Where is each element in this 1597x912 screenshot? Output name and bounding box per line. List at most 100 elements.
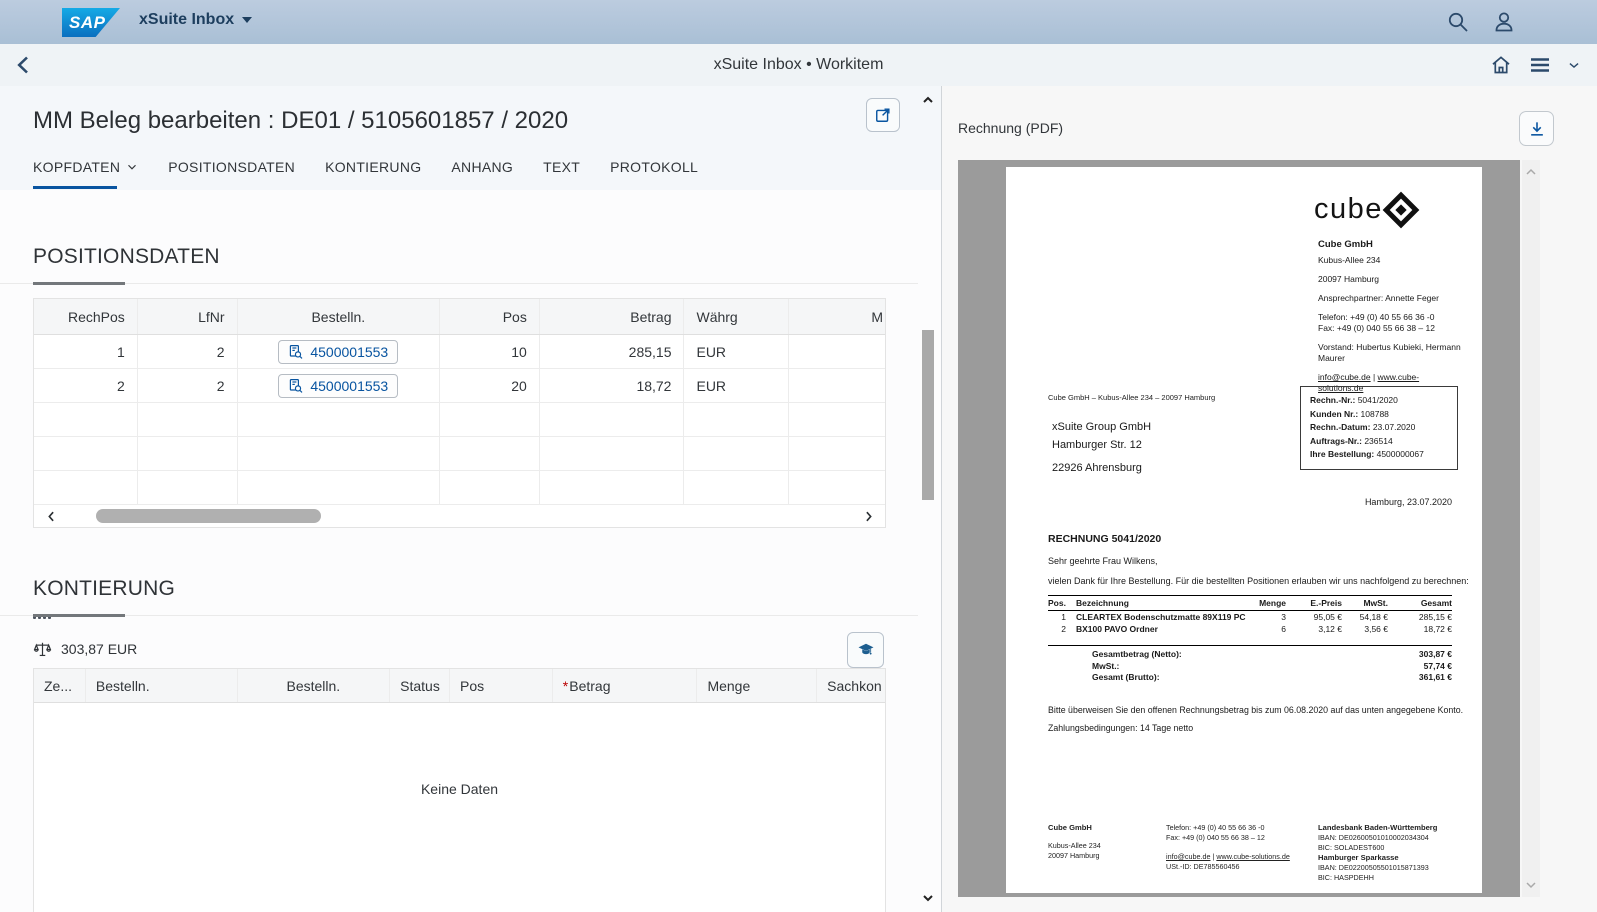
- item-menge: 6: [1281, 624, 1286, 634]
- cell-empty: [540, 437, 685, 470]
- footer-links: info@cube.de | www.cube-solutions.de: [1166, 852, 1318, 862]
- shell-bar: SAP xSuite Inbox: [0, 0, 1597, 44]
- col-bezeichnung: Bezeichnung: [1076, 598, 1129, 608]
- cube-logo: cube: [1314, 191, 1420, 228]
- cell-empty: [789, 437, 885, 470]
- tab-text[interactable]: TEXT: [543, 153, 580, 189]
- tab-label: TEXT: [543, 159, 581, 175]
- invoice-totals: Gesamtbetrag (Netto): 303,87 € MwSt.: 57,7…: [1048, 645, 1452, 684]
- hamburger-icon: [1531, 58, 1549, 72]
- col-gesamt: Gesamt: [1420, 598, 1452, 608]
- meta-value: 108788: [1358, 408, 1389, 419]
- item-name: BX100 PAVO Ordner: [1076, 624, 1158, 634]
- purchase-order-link[interactable]: 4500001553: [278, 373, 399, 398]
- kontierung-toolbar: 303,87 EUR: [33, 632, 886, 668]
- nav-overflow-button[interactable]: [1567, 53, 1581, 77]
- pdf-panel-title: Rechnung (PDF): [958, 120, 1064, 136]
- learn-button[interactable]: [847, 632, 884, 668]
- tab-anhang[interactable]: ANHANG: [451, 153, 513, 189]
- cell-empty: [138, 471, 238, 504]
- cell-empty: [789, 403, 885, 436]
- cell-bestelln: 4500001553: [238, 369, 441, 402]
- user-button[interactable]: [1492, 10, 1516, 34]
- tab-label: ANHANG: [451, 159, 514, 175]
- bank-iban: IBAN: DE02200505501015871393: [1318, 863, 1429, 872]
- company-city: 20097 Hamburg: [1318, 274, 1379, 284]
- menu-button[interactable]: [1527, 53, 1553, 77]
- total-value: 361,61 €: [1418, 672, 1452, 682]
- object-page-body: POSITIONSDATEN RechPos LfNr Bestelln. Po…: [0, 190, 941, 912]
- scroll-down-button[interactable]: [1525, 879, 1537, 891]
- tab-protokoll[interactable]: PROTOKOLL: [610, 153, 698, 189]
- cube-logo-text: cube: [1314, 193, 1383, 225]
- table-row[interactable]: 2 2 4500001553 20 18,72 EUR: [34, 369, 885, 403]
- col-bestelln: Bestelln.: [238, 299, 441, 334]
- cell-lfnr: 2: [138, 369, 238, 402]
- invoice-items-table: Pos. Bezeichnung Menge E.-Preis MwSt. Ge…: [1048, 595, 1452, 635]
- scrollbar-track[interactable]: [68, 505, 851, 527]
- cell-empty: [540, 471, 685, 504]
- payment-note: Bitte überweisen Sie den offenen Rechnun…: [1048, 705, 1464, 715]
- recipient-block: xSuite Group GmbH Hamburger Str. 12 2292…: [1052, 418, 1151, 477]
- back-icon: [17, 56, 28, 74]
- page-header-bar: xSuite Inbox • Workitem: [0, 44, 1597, 87]
- tab-kopfdaten[interactable]: KOPFDATEN: [33, 153, 138, 189]
- scroll-down-button[interactable]: [922, 892, 934, 904]
- scroll-left-button[interactable]: [34, 510, 68, 523]
- link-separator: |: [1370, 372, 1378, 382]
- footer-company-col: Cube GmbH Kubus-Allee 234 20097 Hamburg: [1048, 823, 1166, 883]
- meta-line: Auftrags-Nr.: 236514: [1310, 435, 1448, 449]
- fullscreen-button[interactable]: [866, 98, 900, 132]
- home-button[interactable]: [1489, 53, 1513, 77]
- item-row: 2 BX100 PAVO Ordner 6 3,12 € 3,56 € 18,7…: [1048, 623, 1452, 635]
- po-number: 4500001553: [310, 343, 389, 360]
- document-search-icon: [290, 378, 303, 393]
- document-search-icon: [290, 344, 303, 359]
- meta-line: Rechn.-Nr.: 5041/2020: [1310, 394, 1448, 408]
- object-page-header: MM Beleg bearbeiten : DE01 / 5105601857 …: [0, 86, 941, 191]
- pdf-viewer[interactable]: cube Cube GmbH Kubus-Allee 234 20097 Ham…: [958, 160, 1520, 897]
- empty-row: [34, 403, 885, 437]
- po-number: 4500001553: [310, 377, 389, 394]
- user-icon: [1495, 12, 1513, 32]
- footer-company-name: Cube GmbH: [1048, 823, 1092, 832]
- table-header-row: Ze... Bestelln. Bestelln. Status Pos * Be…: [34, 669, 885, 703]
- recipient-name: xSuite Group GmbH: [1052, 421, 1152, 433]
- chevron-down-icon: [128, 164, 137, 170]
- purchase-order-link[interactable]: 4500001553: [278, 339, 399, 364]
- email-link: info@cube.de: [1166, 852, 1211, 861]
- vertical-scrollbar[interactable]: [920, 92, 936, 906]
- sap-logo[interactable]: SAP: [62, 8, 120, 37]
- scroll-right-button[interactable]: [851, 510, 885, 523]
- sender-line: Cube GmbH – Kubus-Allee 234 – 20097 Hamb…: [1048, 393, 1216, 402]
- cell-empty: [34, 437, 138, 470]
- tab-kontierung[interactable]: KONTIERUNG: [325, 153, 421, 189]
- balance-icon: [33, 642, 52, 656]
- horizontal-scrollbar[interactable]: [34, 505, 885, 527]
- col-menge: Menge: [697, 669, 818, 702]
- cell-betrag: 285,15: [540, 335, 685, 368]
- company-name: Cube GmbH: [1318, 239, 1373, 250]
- cell-empty: [684, 403, 790, 436]
- tab-bar: KOPFDATEN POSITIONSDATEN KONTIERUNG ANHA…: [33, 153, 698, 189]
- scrollbar-thumb[interactable]: [96, 509, 321, 523]
- empty-row: [34, 471, 885, 505]
- product-switcher[interactable]: xSuite Inbox: [139, 11, 253, 29]
- search-button[interactable]: [1446, 10, 1470, 34]
- download-button[interactable]: [1519, 111, 1554, 146]
- back-button[interactable]: [12, 53, 36, 77]
- meta-label: Rechn.-Nr.:: [1310, 395, 1356, 405]
- scroll-up-button[interactable]: [922, 94, 934, 106]
- scroll-up-button[interactable]: [1525, 166, 1537, 178]
- tab-positionsdaten[interactable]: POSITIONSDATEN: [168, 153, 295, 189]
- table-row[interactable]: 1 2 4500001553 10 285,15 EUR: [34, 335, 885, 369]
- col-pos: Pos.: [1048, 598, 1066, 608]
- attachment-panel: Rechnung (PDF) cube Cube GmbH Kubus-Alle…: [942, 86, 1597, 912]
- cell-empty: [789, 369, 885, 402]
- pdf-scrollbar[interactable]: [1522, 160, 1540, 897]
- meta-line: Ihre Bestellung: 4500000067: [1310, 448, 1448, 462]
- total-line: Gesamt (Brutto): 361,61 €: [1048, 672, 1452, 684]
- scrollbar-thumb[interactable]: [922, 330, 934, 500]
- app-screen: SAP xSuite Inbox xSuite Inbox • Workitem: [0, 0, 1597, 912]
- total-value: 57,74 €: [1423, 660, 1452, 671]
